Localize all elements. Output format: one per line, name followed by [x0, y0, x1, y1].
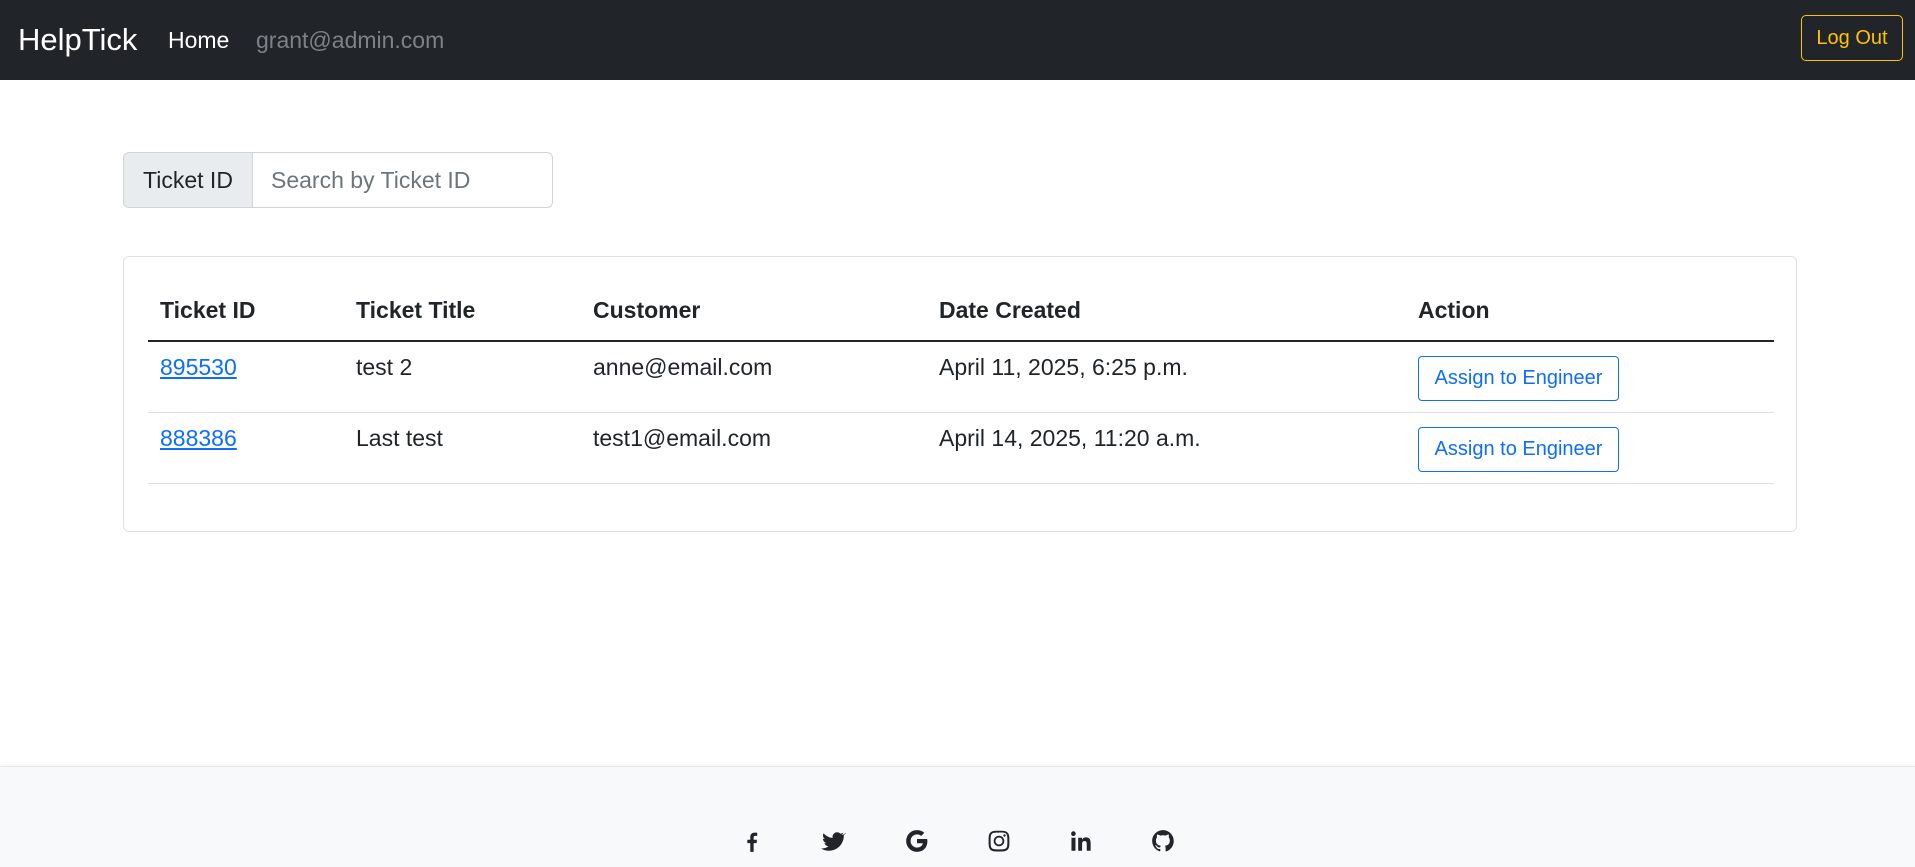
navbar: HelpTick Home grant@admin.com Log Out	[0, 0, 1915, 80]
facebook-icon[interactable]	[734, 823, 770, 859]
ticket-search-input[interactable]	[253, 152, 553, 208]
assign-to-engineer-button[interactable]: Assign to Engineer	[1418, 356, 1619, 401]
twitter-icon[interactable]	[815, 823, 851, 859]
github-icon[interactable]	[1145, 823, 1181, 859]
header-date-created: Date Created	[927, 281, 1406, 342]
cell-ticket-title: test 2	[344, 341, 581, 413]
google-icon[interactable]	[899, 823, 935, 859]
tickets-table: Ticket ID Ticket Title Customer Date Cre…	[148, 281, 1774, 484]
ticket-id-link[interactable]: 888386	[160, 425, 237, 451]
brand-logo[interactable]: HelpTick	[18, 20, 137, 60]
logout-button[interactable]: Log Out	[1801, 15, 1903, 61]
ticket-search-group: Ticket ID	[123, 152, 553, 208]
header-ticket-title: Ticket Title	[344, 281, 581, 342]
tickets-card: Ticket ID Ticket Title Customer Date Cre…	[123, 256, 1797, 532]
cell-date-created: April 14, 2025, 11:20 a.m.	[927, 412, 1406, 484]
table-row: 888386 Last test test1@email.com April 1…	[148, 412, 1774, 484]
nav-user-email: grant@admin.com	[256, 27, 445, 53]
nav-home-link[interactable]: Home	[168, 24, 229, 56]
instagram-icon[interactable]	[981, 823, 1017, 859]
ticket-id-link[interactable]: 895530	[160, 354, 237, 380]
table-header-row: Ticket ID Ticket Title Customer Date Cre…	[148, 281, 1774, 342]
cell-customer: test1@email.com	[581, 412, 927, 484]
footer	[0, 766, 1915, 867]
cell-date-created: April 11, 2025, 6:25 p.m.	[927, 341, 1406, 413]
assign-to-engineer-button[interactable]: Assign to Engineer	[1418, 426, 1619, 472]
table-row: 895530 test 2 anne@email.com April 11, 2…	[148, 341, 1774, 413]
header-action: Action	[1406, 281, 1774, 342]
linkedin-icon[interactable]	[1063, 823, 1099, 859]
header-ticket-id: Ticket ID	[148, 281, 344, 342]
social-links	[0, 823, 1915, 859]
cell-ticket-id: 895530	[148, 341, 344, 413]
cell-customer: anne@email.com	[581, 341, 927, 413]
cell-action: Assign to Engineer	[1406, 412, 1774, 484]
cell-action: Assign to Engineer	[1406, 341, 1774, 413]
search-addon-label: Ticket ID	[123, 152, 253, 208]
cell-ticket-id: 888386	[148, 412, 344, 484]
header-customer: Customer	[581, 281, 927, 342]
cell-ticket-title: Last test	[344, 412, 581, 484]
